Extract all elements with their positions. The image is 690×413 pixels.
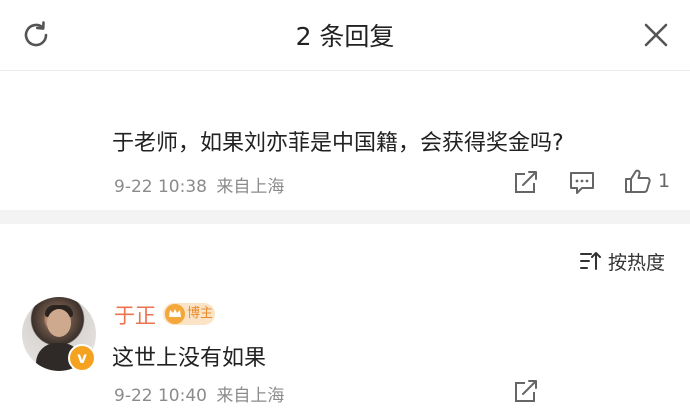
like-count: 1 [658,170,671,192]
sort-by-hot-button[interactable]: 按热度 [608,248,665,275]
page-title: 2 条回复 [295,22,395,51]
section-divider [0,210,690,224]
header-bar: 2 条回复 [0,0,690,71]
verified-badge-icon: v [68,344,96,372]
post-source: 来自上海 [216,177,285,197]
crown-icon [165,304,185,324]
post-meta: 9-22 10:38 来自上海 [114,172,284,197]
reply-time: 9-22 10:40 [114,386,207,406]
comment-icon[interactable] [568,170,596,196]
blogger-badge-label: 博主 [187,306,214,321]
reply-source: 来自上海 [216,386,285,406]
reply-username[interactable]: 于正 [114,300,156,330]
close-icon[interactable] [640,19,672,51]
like-icon[interactable] [624,168,652,194]
share-icon[interactable] [512,379,540,405]
share-icon[interactable] [512,170,540,196]
blogger-badge: 博主 [163,303,215,325]
sort-icon[interactable] [580,251,602,271]
reply-meta: 9-22 10:40 来自上海 [114,381,284,406]
post-time: 9-22 10:38 [114,177,207,197]
post-text: 于老师，如果刘亦菲是中国籍，会获得奖金吗? [112,131,564,156]
avatar-face [47,309,71,337]
reply-text: 这世上没有如果 [112,346,267,371]
